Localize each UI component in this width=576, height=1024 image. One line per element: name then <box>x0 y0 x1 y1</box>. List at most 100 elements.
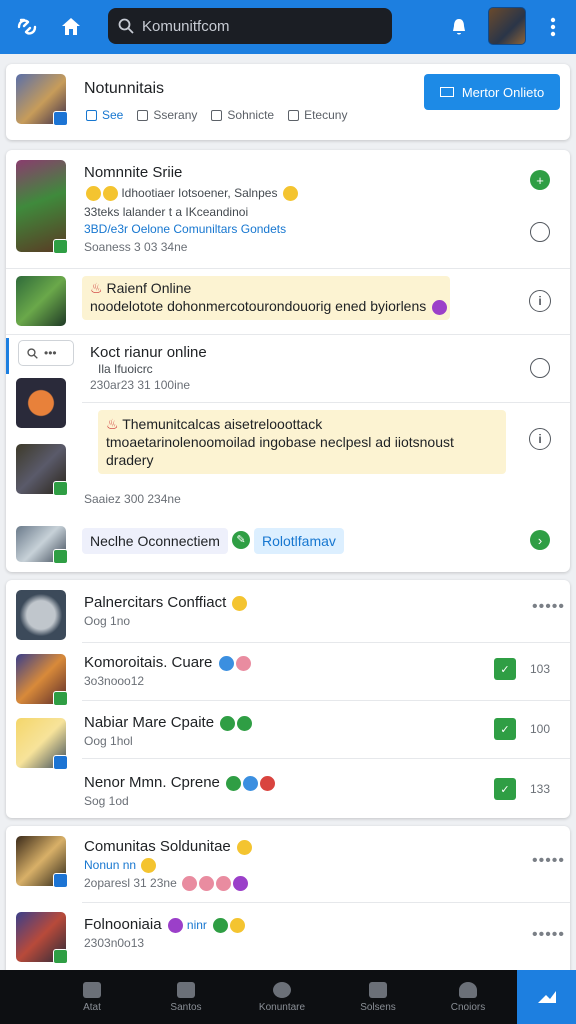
emoji-icon <box>233 876 249 892</box>
highlight-body: dradery <box>106 452 154 468</box>
edit-icon <box>211 109 223 121</box>
online-badge-icon <box>53 691 68 706</box>
emoji-icon <box>220 715 236 731</box>
compose-icon <box>537 991 556 1003</box>
profile-avatar[interactable] <box>488 7 526 45</box>
more-options-icon[interactable]: ••••• <box>532 852 565 870</box>
post-avatar[interactable] <box>16 276 66 326</box>
tab-etecuny[interactable]: Etecuny <box>288 108 347 122</box>
post-link[interactable]: 3BD/e3r Oelone Comuniltars Gondets <box>84 222 286 236</box>
search-icon <box>27 347 38 359</box>
emoji-icon <box>230 917 246 933</box>
community-avatar[interactable] <box>16 74 68 126</box>
active-indicator <box>6 338 9 374</box>
post-avatar[interactable] <box>16 444 68 496</box>
tag-chip[interactable]: Rolotlfamav <box>254 528 344 554</box>
tab-sohnicte[interactable]: Sohnicte <box>211 108 274 122</box>
nav-list[interactable]: Santos <box>138 970 234 1024</box>
list-title: Komoroitais. Cuare <box>84 654 251 671</box>
arrow-right-icon[interactable]: › <box>530 530 550 550</box>
post-avatar[interactable] <box>16 526 68 564</box>
emoji-icon <box>216 876 232 892</box>
compose-button[interactable] <box>517 970 576 1024</box>
list-tag: Nonun nn <box>84 858 157 874</box>
emoji-icon <box>236 839 252 855</box>
highlight-body: noodelotote dohonmercotourondouorig ened… <box>90 298 448 315</box>
more-options-icon[interactable]: ••••• <box>532 598 565 616</box>
verified-badge-icon <box>53 755 68 770</box>
online-badge-icon <box>53 481 68 496</box>
list-count: 133 <box>530 782 551 796</box>
list-subtitle: 3o3nooo12 <box>84 674 145 688</box>
tab-see[interactable]: See <box>86 108 123 122</box>
list-avatar <box>16 654 68 706</box>
divider <box>6 268 570 269</box>
nav-community[interactable]: Konuntare <box>234 970 330 1024</box>
edit-icon[interactable]: ✎ <box>232 531 250 549</box>
post-avatar[interactable] <box>16 160 68 254</box>
emoji-icon <box>86 186 101 202</box>
home-icon <box>83 981 101 998</box>
verified-badge-icon <box>53 873 68 888</box>
divider <box>82 902 570 903</box>
search-input[interactable]: Komunitfcom <box>108 8 392 44</box>
post-avatar[interactable] <box>16 378 66 428</box>
community-header-card: Notunnitais See Sserany Sohnicte Etecuny… <box>6 64 570 140</box>
add-icon[interactable]: + <box>530 170 550 190</box>
list-title: Palnercitars Conffiact <box>84 594 248 611</box>
online-badge-icon <box>53 549 68 564</box>
search-icon <box>118 18 134 34</box>
emoji-icon <box>218 655 234 671</box>
highlight-title: ♨ Raienf Online <box>90 280 192 296</box>
tab-sserany[interactable]: Sserany <box>137 108 197 122</box>
highlight-body: tmoaetarinolenoomoilad ingobase neclpesl… <box>106 434 454 450</box>
community-title: Notunnitais <box>84 80 165 97</box>
app-logo-icon[interactable] <box>8 8 46 46</box>
bell-icon[interactable] <box>440 8 478 46</box>
nav-home[interactable]: Atat <box>44 970 140 1024</box>
community-tabs: See Sserany Sohnicte Etecuny <box>86 108 347 122</box>
bottom-navigation: Atat Santos Konuntare Solsens Cnoiors <box>0 970 576 1024</box>
emoji-icon <box>232 595 248 611</box>
emoji-icon <box>226 775 242 791</box>
post-title: Koct rianur online <box>90 344 207 361</box>
home-icon[interactable] <box>52 8 90 46</box>
emoji-icon <box>213 917 229 933</box>
connection-chip[interactable]: Neclhe Oconnectiem <box>82 528 228 554</box>
select-circle-icon[interactable] <box>530 358 550 378</box>
checkbox[interactable]: ✓ <box>494 718 516 740</box>
emoji-icon <box>235 655 251 671</box>
nav-people[interactable]: Cnoiors <box>420 970 516 1024</box>
more-options-icon[interactable]: ••••• <box>532 926 565 944</box>
list-subtitle: 2303n0o13 <box>84 936 145 950</box>
post-title: Nomnnite Sriie <box>84 164 183 181</box>
checkbox[interactable]: ✓ <box>494 658 516 680</box>
list-count: 100 <box>530 722 551 736</box>
checkbox[interactable]: ✓ <box>494 778 516 800</box>
message-online-button[interactable]: Mertor Onlieto <box>424 74 560 110</box>
gear-icon <box>369 981 387 998</box>
divider <box>82 402 570 403</box>
post-timestamp: Saaiez 300 234ne <box>84 492 181 506</box>
post-line: Idhootiaer Iotsoener, Salnpes <box>84 186 298 202</box>
flame-icon: ♨ <box>106 416 119 432</box>
info-icon[interactable]: i <box>529 428 551 450</box>
info-icon[interactable]: i <box>529 290 551 312</box>
divider <box>82 642 570 643</box>
list-avatar <box>16 836 68 888</box>
highlight-title: ♨ Themunitcalcas aisetrelooottack <box>106 416 323 432</box>
divider <box>6 334 570 335</box>
list-title: Comunitas Soldunitae <box>84 838 252 855</box>
nav-settings[interactable]: Solsens <box>330 970 426 1024</box>
quick-search-box[interactable]: ••• <box>18 340 74 366</box>
emoji-icon <box>243 775 259 791</box>
select-circle-icon[interactable] <box>530 222 550 242</box>
online-badge-icon <box>53 949 68 964</box>
shield-icon <box>273 981 291 998</box>
more-vertical-icon[interactable] <box>534 8 572 46</box>
emoji-icon <box>103 186 118 202</box>
link-icon <box>86 109 97 121</box>
top-app-bar: Komunitfcom <box>0 0 576 54</box>
list-title: Nenor Mmn. Cprene <box>84 774 276 791</box>
list-avatar <box>16 590 66 640</box>
